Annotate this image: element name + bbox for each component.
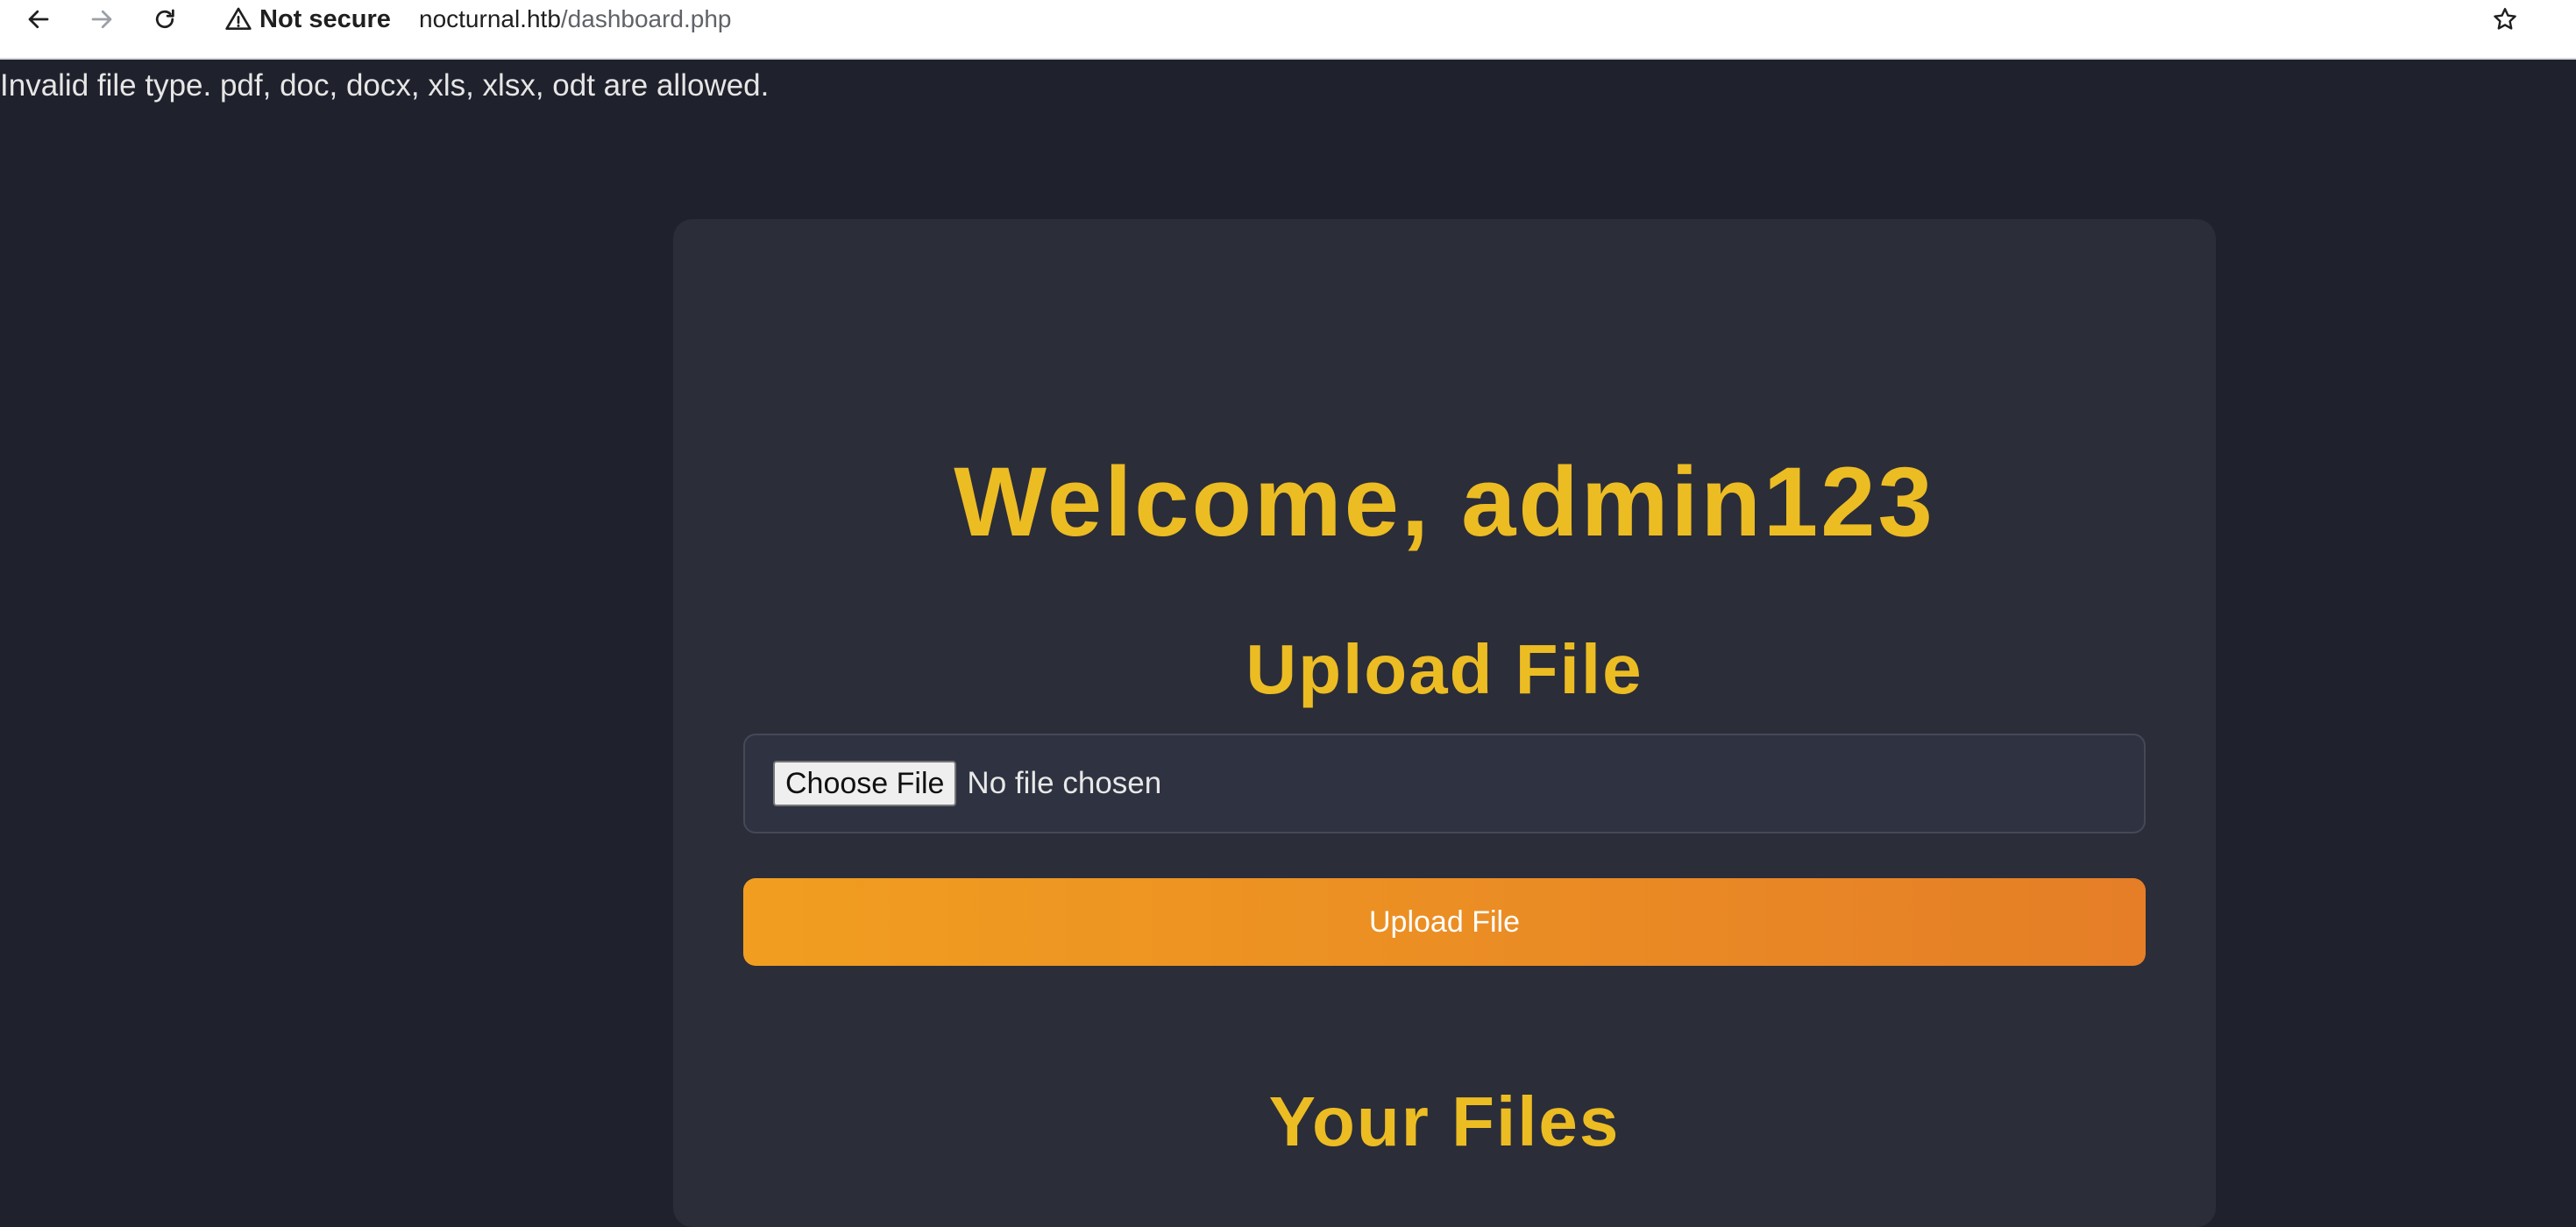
error-message: Invalid file type. pdf, doc, docx, xls, … (0, 68, 770, 103)
back-button[interactable] (21, 2, 56, 37)
url-domain: nocturnal.htb (419, 5, 561, 32)
welcome-heading: Welcome, admin123 (954, 447, 1935, 557)
star-icon (2494, 8, 2516, 30)
address-bar[interactable]: nocturnal.htb/dashboard.php (419, 4, 732, 35)
reload-icon (155, 9, 174, 29)
back-arrow-icon (28, 10, 49, 29)
bookmark-button[interactable] (2487, 2, 2523, 37)
file-input[interactable]: Choose File No file chosen (743, 734, 2146, 833)
files-heading: Your Files (1268, 1082, 1621, 1160)
url-path: /dashboard.php (560, 5, 732, 32)
choose-file-button[interactable]: Choose File (773, 761, 957, 806)
file-status-text: No file chosen (967, 766, 1162, 800)
upload-heading: Upload File (1245, 630, 1643, 708)
dashboard-card: Welcome, admin123 Upload File Choose Fil… (673, 219, 2216, 1227)
page-content: Invalid file type. pdf, doc, docx, xls, … (0, 60, 2576, 1227)
upload-button[interactable]: Upload File (743, 878, 2146, 966)
reload-button[interactable] (147, 2, 182, 37)
site-info-chip[interactable]: Not secure (214, 0, 403, 39)
warning-icon (225, 7, 252, 30)
forward-arrow-icon (91, 10, 112, 29)
browser-toolbar: Not secure nocturnal.htb/dashboard.php (0, 0, 2576, 60)
forward-button[interactable] (84, 2, 119, 37)
security-label: Not secure (259, 4, 391, 33)
